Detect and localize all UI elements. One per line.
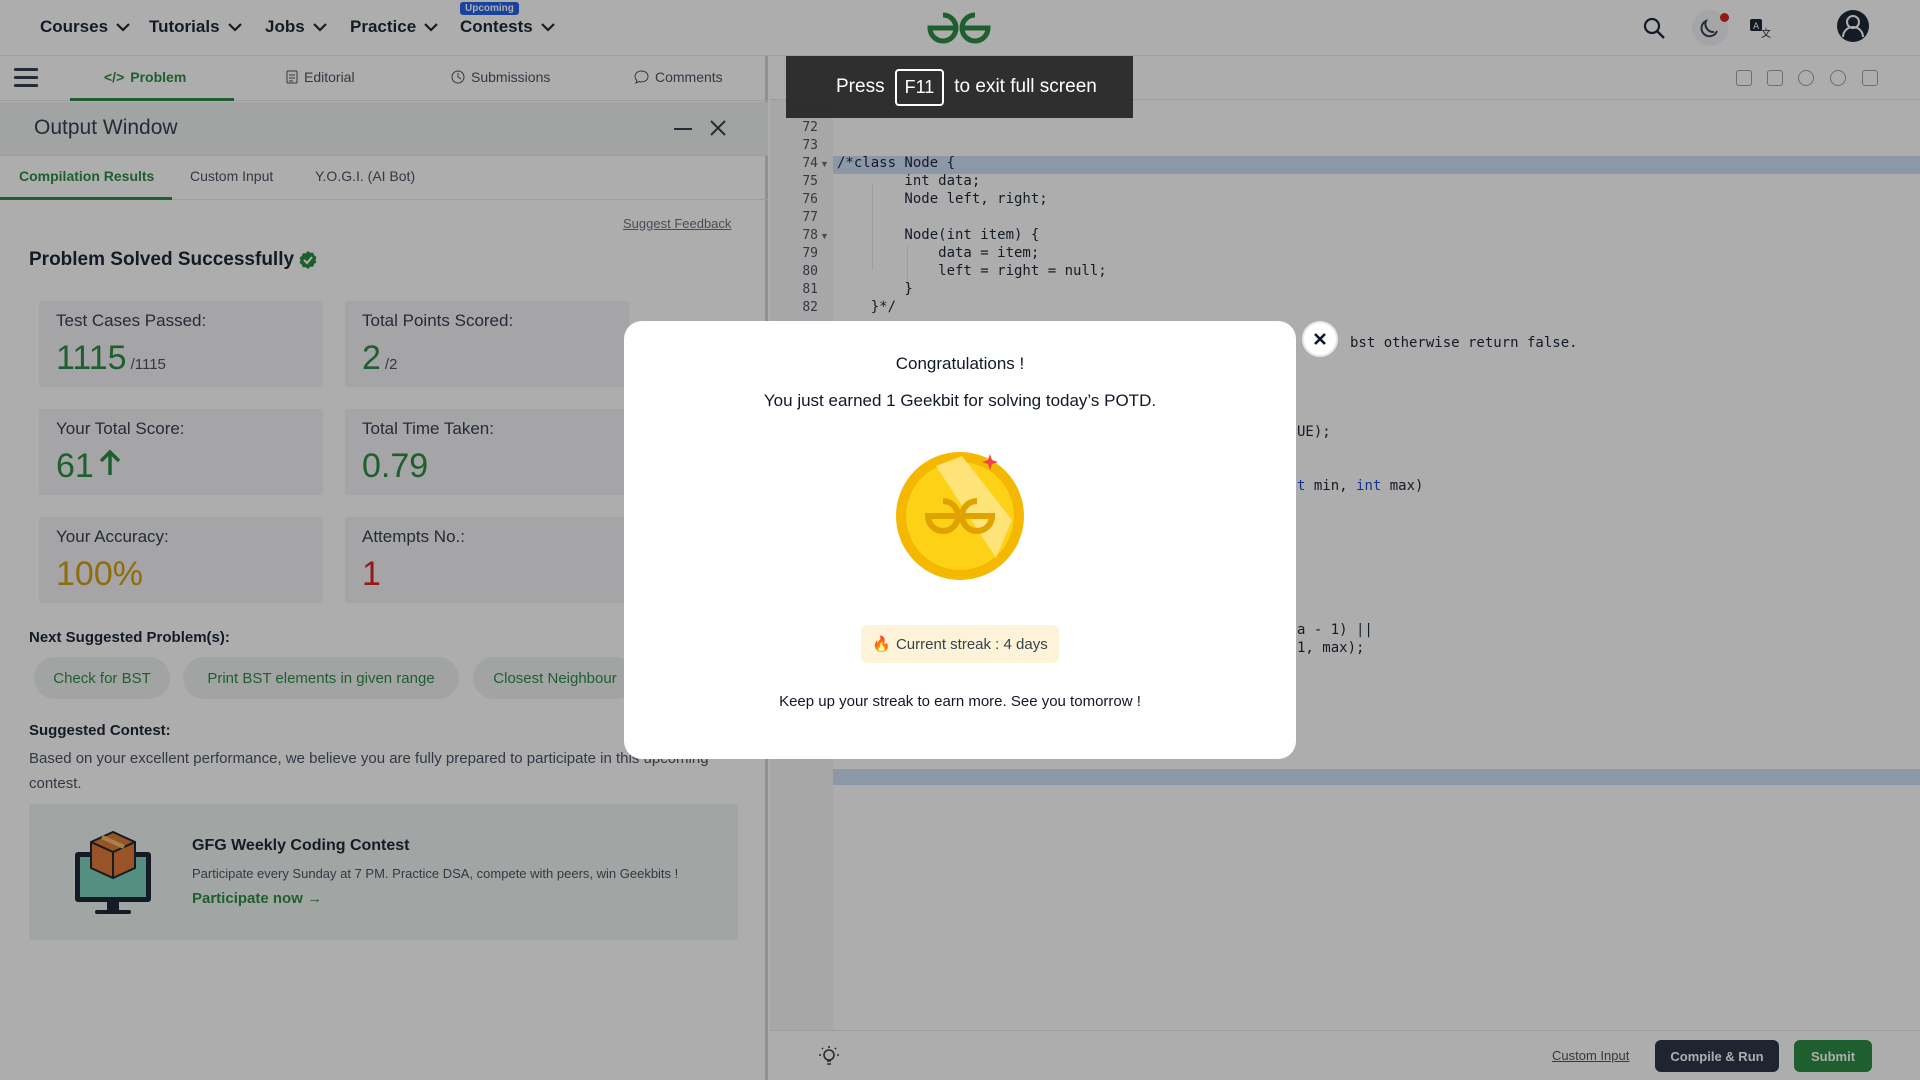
geekbit-coin-icon [896, 452, 1024, 580]
congratulations-modal: Congratulations ! You just earned 1 Geek… [624, 321, 1296, 759]
streak-badge: 🔥 Current streak : 4 days [861, 625, 1059, 663]
fullscreen-suffix: to exit full screen [954, 76, 1097, 97]
fullscreen-banner: Press F11 to exit full screen [786, 56, 1133, 118]
fire-icon: 🔥 [872, 636, 891, 653]
fullscreen-key: F11 [894, 68, 945, 106]
modal-footer-text: Keep up your streak to earn more. See yo… [779, 693, 1141, 710]
modal-subtitle: You just earned 1 Geekbit for solving to… [763, 391, 1157, 410]
modal-title: Congratulations ! [895, 354, 1025, 373]
fullscreen-prefix: Press [836, 76, 885, 97]
modal-close-button[interactable] [1302, 321, 1338, 357]
streak-text: Current streak : 4 days [895, 635, 1048, 653]
close-icon [1314, 333, 1326, 345]
